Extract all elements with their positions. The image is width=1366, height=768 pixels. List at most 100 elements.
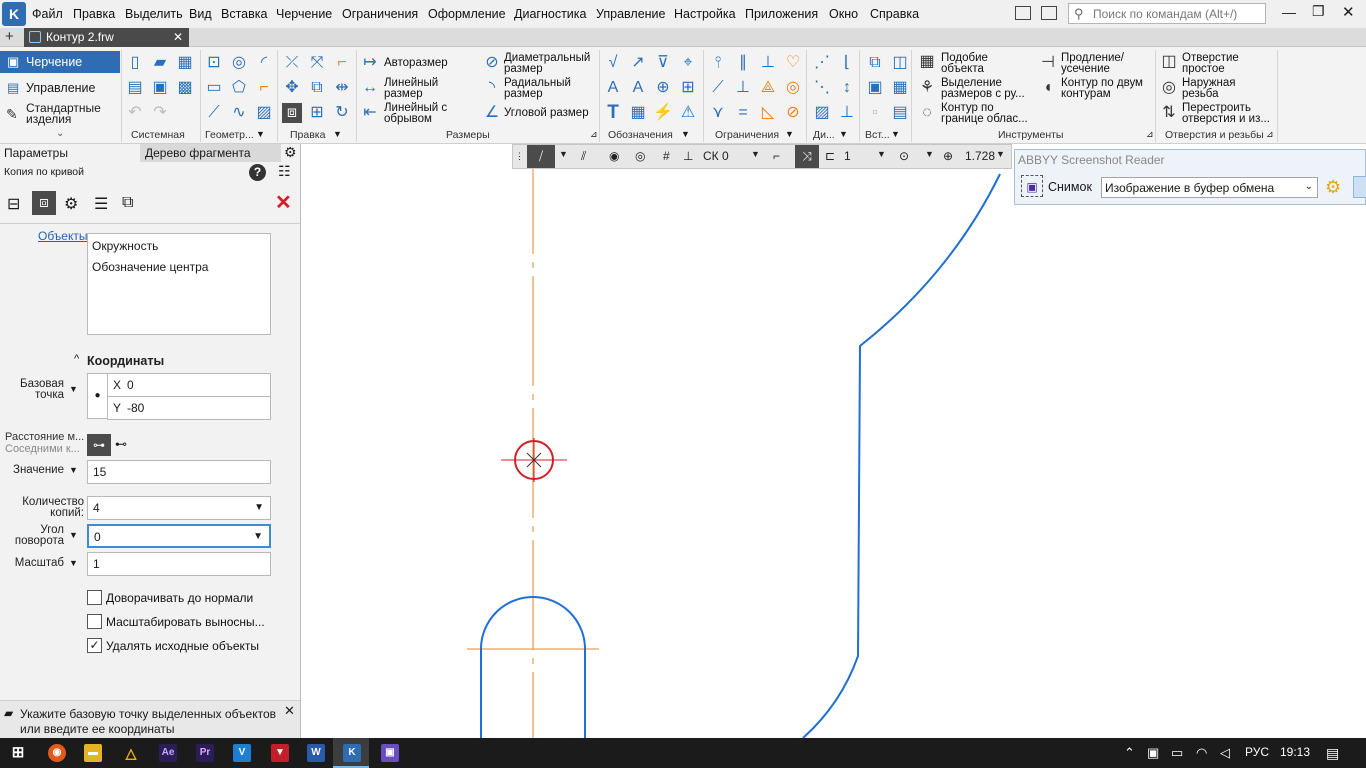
fix-angle-icon[interactable]: ◺ [758,103,778,123]
extend-trim-icon[interactable]: ⊣ [1038,53,1058,73]
layout-icon[interactable] [1015,6,1031,20]
concentric-icon[interactable]: ◎ [783,78,803,98]
fix-point-icon[interactable]: ⊘ [783,103,803,123]
point-icon[interactable]: ⊡ [204,53,224,73]
linear-break-dimension-button[interactable]: Линейный с обрывом [384,102,459,125]
menu-window[interactable]: Окно [829,7,858,21]
marker-icon[interactable]: ⚠ [678,103,698,123]
equal-icon[interactable]: = [733,103,753,123]
list-item[interactable]: Окружность [92,239,158,253]
autodimension-icon[interactable]: ↦ [360,53,380,73]
scale-leaders-checkbox[interactable] [87,614,102,629]
menu-apps[interactable]: Приложения [745,7,818,21]
rectangle-icon[interactable]: ▭ [204,78,224,98]
simple-hole-icon[interactable]: ◫ [1159,52,1179,72]
new-tab-icon[interactable]: + [5,28,14,45]
insert-disabled-icon[interactable]: ▫ [865,103,885,123]
snap-dropdown-icon[interactable]: ▼ [559,149,568,159]
menu-help[interactable]: Справка [870,7,919,21]
more-icon[interactable] [1353,176,1366,198]
close-tab-icon[interactable]: ✕ [173,28,183,47]
arc-icon[interactable]: ◜ [254,53,274,73]
hatch-icon[interactable]: ▨ [254,103,274,123]
contour-area-icon[interactable]: ◌ [917,103,937,123]
move-icon[interactable]: ✥ [282,78,302,98]
ortho-icon[interactable]: ⫽ [581,149,586,164]
scale-field[interactable]: 1 [87,552,271,576]
diag-angle-icon[interactable]: ⌊ [837,53,857,73]
zoom-value[interactable]: 1.728 [965,149,995,163]
coords-header[interactable]: Координаты [87,354,164,368]
yandex-disk-icon[interactable]: △ [122,744,140,762]
diameter-dimension-button[interactable]: Диаметральный размер [504,52,599,75]
distance-between-icon[interactable]: ⊶ [87,434,111,456]
two-contours-icon[interactable]: ◖ [1038,78,1058,98]
trim-icon[interactable]: ⤫ [282,53,302,73]
option-tab-5-icon[interactable]: ⧉ [122,194,133,212]
spline-icon[interactable]: ∿ [229,103,249,123]
close-hint-icon[interactable]: ✕ [284,703,295,719]
menu-insert[interactable]: Вставка [221,7,267,21]
properties-icon[interactable]: ▣ [150,78,170,98]
break-icon[interactable]: ⌐ [332,53,352,73]
autodimension-button[interactable]: Авторазмер [384,57,448,69]
external-thread-button[interactable]: Наружная резьба [1182,77,1242,100]
extend-icon[interactable]: ⤧ [307,53,327,73]
radius-dimension-button[interactable]: Радиальный размер [504,77,584,100]
app-logo-icon[interactable]: K [2,2,26,26]
diagnostics-dropdown-icon[interactable]: ▼ [839,129,848,139]
value-dropdown-icon[interactable]: ▼ [69,465,78,475]
roughness-icon[interactable]: √ [603,53,623,73]
dimensions-more-icon[interactable]: ⊿ [590,129,598,140]
annotations-dropdown-icon[interactable]: ▼ [681,129,690,139]
tray-expand-icon[interactable]: ⌃ [1124,745,1135,761]
diameter-icon[interactable]: ⊘ [482,53,502,73]
mode-drawing[interactable]: ▣ Черчение [0,51,120,73]
table-icon[interactable]: ▦ [628,103,648,123]
symmetric-icon[interactable]: ⟁ [758,78,778,98]
base-icon[interactable]: ⊽ [653,53,673,73]
open-folder-icon[interactable]: ▰ [150,53,170,73]
delete-source-checkbox[interactable]: ✓ [87,638,102,653]
word-icon[interactable]: W [307,744,325,762]
linear-dimension-icon[interactable]: ↔ [360,78,380,98]
windows-start-icon[interactable]: ⊞ [9,744,27,762]
menu-manage[interactable]: Управление [596,7,666,21]
eye-icon[interactable]: ◎ [635,149,645,163]
mode-manage[interactable]: ▤ Управление [0,77,120,99]
option-tab-1-icon[interactable]: ⊟ [7,194,20,214]
geometry-dropdown-icon[interactable]: ▼ [256,129,265,139]
copy-along-curve-icon[interactable]: ⧈ [282,103,302,123]
similarity-icon[interactable]: ▦ [917,52,937,72]
copy-icon[interactable]: ⧉ [307,78,327,98]
notifications-icon[interactable]: ▤ [1326,745,1339,762]
diag-vertical-icon[interactable]: ↕ [837,78,857,98]
perpendicular-icon[interactable]: ⊥ [733,78,753,98]
rebuild-holes-button[interactable]: Перестроить отверстия и из... [1182,102,1274,125]
horizontal-constraint-icon[interactable]: ⫯ [708,53,728,73]
holes-more-icon[interactable]: ⊿ [1266,129,1274,140]
target-select[interactable]: Изображение в буфер обмена ⌄ [1101,177,1318,198]
dynamic-snap-icon[interactable]: ⤨ [795,145,819,168]
vertical-constraint-icon[interactable]: ⊥ [758,53,778,73]
redo-icon[interactable]: ↷ [150,103,170,123]
vegas-icon[interactable]: V [233,744,251,762]
expand-modes-icon[interactable]: ⌄ [56,128,64,139]
linear-dimension-button[interactable]: Линейный размер [384,77,454,100]
command-search[interactable]: ⚲ Поиск по командам (Alt+/) [1068,3,1266,24]
layer-icon[interactable]: ⊏ [825,149,835,163]
collapse-icon[interactable]: ^ [74,353,79,365]
fillet-icon[interactable]: ⌐ [254,78,274,98]
lightning-icon[interactable]: ⚡ [653,103,673,123]
after-effects-icon[interactable]: Ae [159,744,177,762]
volume-icon[interactable]: ◁ [1220,745,1230,761]
undo-icon[interactable]: ↶ [125,103,145,123]
layer-dropdown-icon[interactable]: ▼ [877,149,886,159]
select-dimensions-icon[interactable]: ⚘ [917,78,937,98]
menu-file[interactable]: Файл [32,7,63,21]
insert-object-icon[interactable]: ▤ [890,103,910,123]
tab-parameters[interactable]: Параметры [4,144,140,162]
menu-diagnostics[interactable]: Диагностика [514,7,586,21]
menu-view[interactable]: Вид [189,7,212,21]
option-tab-3-icon[interactable]: ⚙ [64,194,78,214]
